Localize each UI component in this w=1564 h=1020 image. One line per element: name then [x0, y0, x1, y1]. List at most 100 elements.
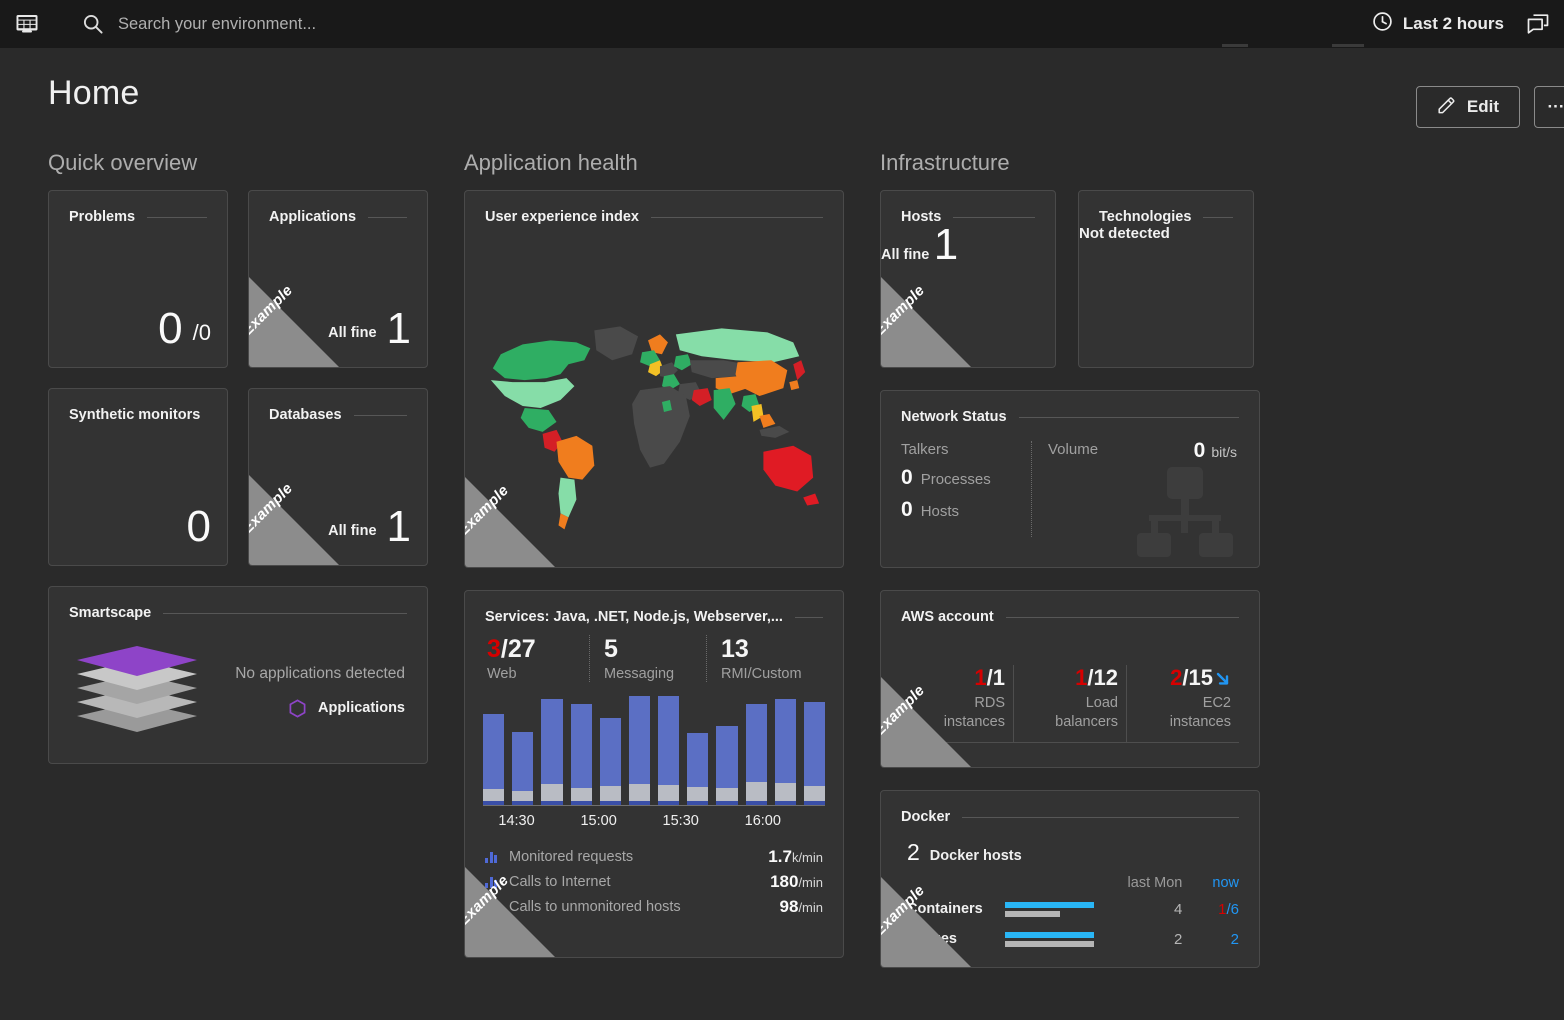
quick-overview-tiles: Problems 0 /0 Applications All fine 1 Ex… [48, 190, 428, 566]
services-legend-unit: k/min [791, 850, 823, 866]
bar-chart-bar[interactable] [687, 733, 709, 805]
services-legend-value: 98/min [779, 897, 823, 917]
grid-logo-icon[interactable] [14, 11, 40, 37]
tile-header: Databases [249, 389, 427, 423]
aws-metric-total: /12 [1087, 665, 1118, 690]
tile-body: All fine 1 [249, 281, 427, 367]
tile-status: All fine [881, 247, 930, 263]
tile-smartscape[interactable]: Smartscape No applications detected Appl… [48, 586, 428, 764]
topbar-right-actions: Last 2 hours [1372, 11, 1550, 37]
tile-services[interactable]: Services: Java, .NET, Node.js, Webserver… [464, 590, 844, 958]
docker-bar-prev [1004, 940, 1095, 947]
services-legend: Monitored requests 1.7k/min Calls to Inter… [465, 833, 843, 920]
hexagon-icon [289, 698, 306, 718]
tile-problems[interactable]: Problems 0 /0 [48, 190, 228, 368]
tile-title: Services: Java, .NET, Node.js, Webserver… [485, 609, 783, 625]
timeframe-label: Last 2 hours [1402, 14, 1504, 33]
bar-segment [570, 788, 592, 801]
aws-metrics: 1/1 RDS instances 1/12 Load balancers 2/… [881, 625, 1259, 744]
services-legend-label: Monitored requests [509, 849, 634, 866]
column-application-health: Application health User experience index [464, 150, 844, 968]
tile-title: Databases [269, 407, 342, 423]
bar-chart-bar[interactable] [658, 695, 680, 805]
bar-chart-bar[interactable] [599, 717, 621, 805]
aws-metric-label: EC2 instances [1169, 695, 1231, 731]
bar-chart-bar[interactable] [716, 725, 738, 805]
tile-body: 0 /0 [49, 281, 227, 367]
hosts-label: Hosts [920, 503, 960, 520]
bar-segment [716, 725, 738, 789]
docker-column-now[interactable]: now [1182, 875, 1239, 891]
world-map[interactable] [465, 255, 843, 557]
edit-button[interactable]: Edit [1415, 86, 1520, 128]
services-legend-unit: /min [798, 900, 823, 916]
column-heading-quick-overview: Quick overview [48, 150, 198, 175]
tile-databases[interactable]: Databases All fine 1 Example [248, 388, 428, 566]
network-topology-icon [1135, 467, 1235, 562]
docker-row-containers: Containers 4 1/6 [907, 894, 1239, 924]
bar-chart-bar[interactable] [570, 704, 592, 805]
bar-chart-bar[interactable] [512, 732, 534, 805]
more-options-button[interactable]: ··· [1534, 86, 1564, 128]
docker-row-prev: 2 [1174, 930, 1183, 948]
services-legend-row[interactable]: Calls to Internet 180/min [485, 870, 823, 895]
tile-rule [794, 616, 823, 618]
bar-chart-x-axis: 14:30 15:00 15:30 16:00 [483, 813, 825, 833]
bar-chart-icon [485, 851, 499, 864]
tab-tick [1332, 44, 1364, 47]
smartscape-legend[interactable]: Applications [235, 698, 405, 718]
tile-network-status[interactable]: Network Status Talkers 0 Processes 0 Hos… [880, 390, 1260, 568]
chat-windows-icon[interactable] [1526, 13, 1550, 35]
aws-metric-bad: 1 [1075, 665, 1088, 690]
docker-row-images: Images 2 2 [907, 924, 1239, 954]
tile-user-experience-index[interactable]: User experience index Example [464, 190, 844, 568]
example-ribbon: Example [881, 277, 971, 367]
tile-header: Network Status [881, 391, 1259, 425]
column-heading-infrastructure: Infrastructure [880, 150, 1010, 175]
bar-segment [483, 714, 505, 790]
bar-segment [599, 800, 621, 805]
aws-metric-label: RDS instances [943, 695, 1005, 731]
bar-chart-bar[interactable] [803, 702, 826, 805]
aws-metric-ec2: 2/15 EC2 instances [1126, 665, 1239, 744]
edit-button-label: Edit [1466, 97, 1499, 116]
tile-technologies[interactable]: Technologies Not detected [1078, 190, 1254, 368]
docker-column-prev: last Mon [1127, 875, 1183, 891]
global-search[interactable] [82, 13, 1372, 35]
tile-rule [650, 216, 823, 218]
bar-segment [803, 702, 826, 787]
tile-synthetic-monitors[interactable]: Synthetic monitors 0 [48, 388, 228, 566]
tile-value: 1 [386, 303, 411, 353]
services-legend-row[interactable]: Monitored requests 1.7k/min [485, 845, 823, 870]
bar-segment [628, 784, 651, 801]
column-quick-overview: Quick overview Problems 0 /0 Application… [48, 150, 428, 968]
tile-rule [962, 816, 1239, 818]
tile-body: Talkers 0 Processes 0 Hosts Volume 0 bit… [881, 425, 1259, 557]
tile-hosts[interactable]: Hosts All fine 1 Example [880, 190, 1056, 368]
bar-chart-bar[interactable] [628, 695, 651, 805]
bar-chart-bar[interactable] [483, 714, 505, 805]
network-talkers: Talkers 0 Processes 0 Hosts [901, 441, 1031, 537]
services-stat-rmi: 13 RMI/Custom [706, 635, 823, 682]
bar-chart-bar[interactable] [774, 698, 796, 805]
tile-header: Technologies [1079, 191, 1253, 225]
bar-segment [628, 695, 651, 784]
services-chart[interactable]: 14:30 15:00 15:30 16:00 [465, 682, 843, 833]
timeframe-selector[interactable]: Last 2 hours [1372, 11, 1504, 37]
tile-aws-account[interactable]: AWS account 1/1 RDS instances 1/12 Load … [880, 590, 1260, 768]
docker-table: last Mon now Containers 4 1/6 Images 2 2 [881, 866, 1259, 954]
services-legend-row[interactable]: Calls to unmonitored hosts 98/min [485, 895, 823, 920]
smartscape-layers-icon [71, 636, 203, 747]
aws-metric-value: 1/12 [1022, 665, 1118, 691]
column-infrastructure: Infrastructure Hosts All fine 1 Example [880, 150, 1260, 968]
tile-rule [147, 216, 207, 218]
services-legend-unit: /min [798, 875, 823, 891]
tile-docker[interactable]: Docker 2 Docker hosts last Mon now Conta… [880, 790, 1260, 968]
bar-segment [687, 733, 709, 788]
bar-chart-bar[interactable] [745, 704, 767, 805]
bar-segment [745, 800, 767, 805]
search-input[interactable] [118, 14, 658, 34]
tile-applications[interactable]: Applications All fine 1 Example [248, 190, 428, 368]
bar-chart-bar[interactable] [541, 698, 563, 805]
bar-segment [599, 717, 621, 787]
